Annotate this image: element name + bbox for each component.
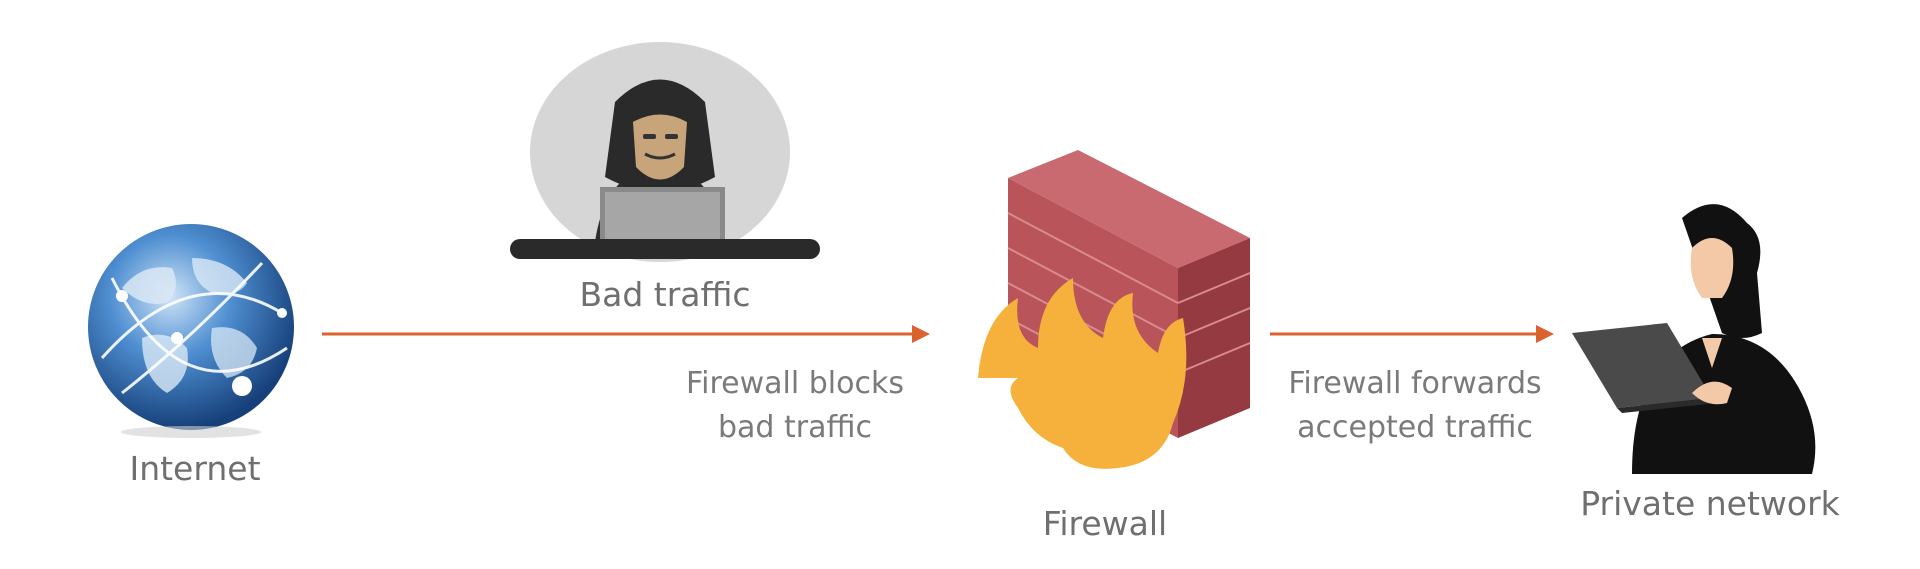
block-label-line2: bad traffic xyxy=(718,410,872,445)
forward-label-line2: accepted traffic xyxy=(1297,410,1533,445)
hacker-icon xyxy=(510,42,820,262)
forward-label-line1: Firewall forwards xyxy=(1288,366,1542,401)
firewall-diagram: Internet Bad traffic Firewall blocks bad… xyxy=(0,0,1920,569)
firewall-icon xyxy=(978,150,1251,469)
block-label-line1: Firewall blocks xyxy=(686,366,904,401)
internet-label: Internet xyxy=(129,449,261,488)
user-laptop-icon xyxy=(1572,204,1816,474)
block-arrow xyxy=(322,325,930,343)
firewall-label: Firewall xyxy=(1042,504,1168,543)
forward-arrow xyxy=(1270,325,1554,343)
globe-icon xyxy=(88,224,294,438)
private-network-label: Private network xyxy=(1580,484,1840,523)
bad-traffic-label: Bad traffic xyxy=(579,275,751,314)
